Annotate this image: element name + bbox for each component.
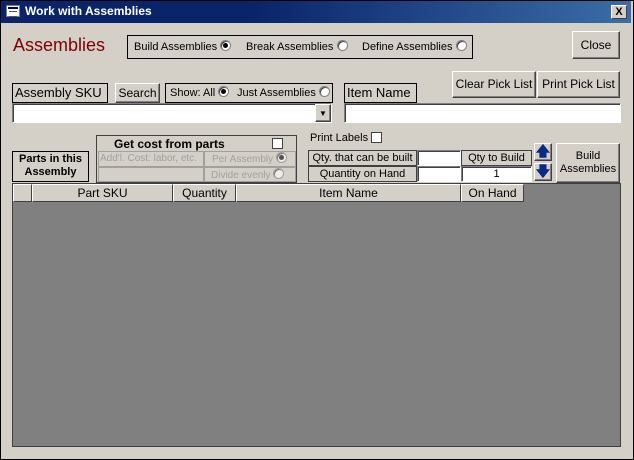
show-all-radio[interactable] <box>218 86 230 97</box>
addl-cost-row <box>98 167 204 182</box>
column-header-quantity[interactable]: Quantity <box>173 184 236 202</box>
show-assemblies-option[interactable]: Just Assemblies <box>237 86 330 99</box>
qty-on-hand-field <box>417 166 461 182</box>
mode-break-radio[interactable] <box>336 40 348 51</box>
qty-can-be-built-field <box>417 150 461 166</box>
clear-pick-list-button[interactable]: Clear Pick List <box>452 71 536 98</box>
build-assemblies-line2: Assemblies <box>559 163 617 175</box>
addl-cost-field[interactable]: Add'l. Cost: labor, etc. <box>98 151 204 167</box>
mode-build-label: Build Assemblies <box>134 41 218 53</box>
close-button[interactable]: Close <box>572 31 620 59</box>
search-button-label: Search <box>118 86 157 100</box>
close-button-label: Close <box>580 38 612 52</box>
print-pick-list-button[interactable]: Print Pick List <box>537 71 620 98</box>
qty-to-build-field[interactable]: 1 <box>461 166 532 182</box>
parts-label-line2: Assembly <box>24 166 77 178</box>
item-name-label: Item Name <box>344 83 417 103</box>
column-header-on-hand[interactable]: On Hand <box>461 184 524 202</box>
mode-define-label: Define Assemblies <box>362 41 453 53</box>
show-assemblies-radio[interactable] <box>318 86 330 97</box>
divide-evenly-label: Divide evenly <box>211 170 271 181</box>
mode-define-radio[interactable] <box>455 40 467 51</box>
search-button[interactable]: Search <box>115 83 160 103</box>
qty-on-hand-label: Quantity on Hand <box>308 166 417 182</box>
arrow-down-icon[interactable]: 🡇 <box>534 163 552 181</box>
mode-break-option[interactable]: Break Assemblies <box>246 40 348 53</box>
mode-break-label: Break Assemblies <box>246 41 334 53</box>
page-title: Assemblies <box>13 35 106 55</box>
mode-build-option[interactable]: Build Assemblies <box>134 40 232 53</box>
arrow-up-icon[interactable]: 🡅 <box>534 143 552 161</box>
print-labels-checkbox[interactable] <box>371 132 382 143</box>
column-header-part-sku[interactable]: Part SKU <box>32 184 173 202</box>
show-assemblies-label: Just Assemblies <box>237 87 316 99</box>
divide-evenly-radio[interactable] <box>273 168 285 179</box>
item-name-field[interactable] <box>344 103 621 123</box>
divide-evenly-option[interactable]: Divide evenly <box>204 167 296 182</box>
print-labels-label: Print Labels <box>310 132 369 144</box>
show-all-label: All <box>203 87 216 99</box>
build-assemblies-line1: Build <box>575 150 601 162</box>
parts-label-line1: Parts in this <box>19 153 82 165</box>
parts-subform[interactable] <box>12 183 621 447</box>
per-assembly-option[interactable]: Per Assembly <box>204 151 296 167</box>
assembly-sku-label: Assembly SKU <box>12 83 108 103</box>
show-all-option[interactable]: Show: All <box>170 86 230 99</box>
form-icon <box>6 5 20 17</box>
build-assemblies-button[interactable]: Build Assemblies <box>556 143 620 183</box>
row-selector-header[interactable] <box>13 184 32 202</box>
print-pick-list-label: Print Pick List <box>542 77 615 91</box>
clear-pick-list-label: Clear Pick List <box>455 77 533 91</box>
qty-can-be-built-label: Qty. that can be built <box>308 150 417 166</box>
window-close-button[interactable]: X <box>611 5 627 19</box>
show-prefix: Show: <box>170 87 201 99</box>
mode-define-option[interactable]: Define Assemblies <box>362 40 467 53</box>
per-assembly-radio[interactable] <box>275 152 287 163</box>
dropdown-arrow-icon[interactable]: ▼ <box>315 104 331 122</box>
qty-to-build-label: Qty to Build <box>461 150 532 166</box>
column-header-item-name[interactable]: Item Name <box>236 184 461 202</box>
per-assembly-label: Per Assembly <box>212 154 274 165</box>
assembly-sku-combo[interactable] <box>12 103 332 123</box>
cost-title: Get cost from parts <box>114 137 225 151</box>
mode-build-radio[interactable] <box>220 40 232 51</box>
cost-from-parts-checkbox[interactable] <box>272 138 283 149</box>
parts-in-assembly-label: Parts in this Assembly <box>12 151 89 182</box>
window-title: Work with Assemblies <box>25 4 152 18</box>
